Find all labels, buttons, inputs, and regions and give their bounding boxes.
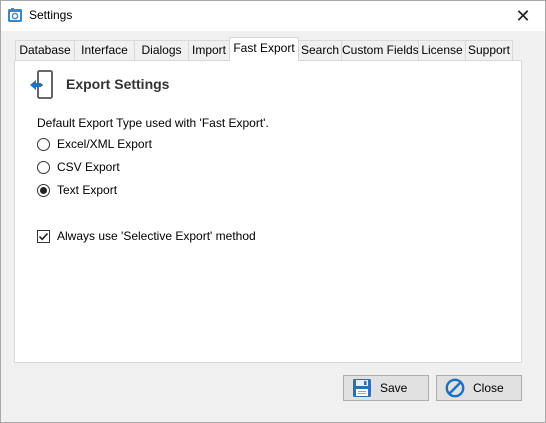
selective-export-checkbox[interactable] <box>37 229 50 243</box>
window-title: Settings <box>29 8 73 22</box>
close-button[interactable]: Close <box>436 375 522 401</box>
save-button[interactable]: Save <box>343 375 429 401</box>
selective-export-checkbox-row[interactable]: Always use 'Selective Export' method <box>37 228 256 244</box>
radio-text-export[interactable]: Text Export <box>37 182 117 198</box>
tab-support[interactable]: Support <box>465 40 513 61</box>
radio-label: Text Export <box>57 183 118 197</box>
tab-dialogs[interactable]: Dialogs <box>134 40 189 61</box>
export-door-icon <box>30 70 53 99</box>
window-close-button[interactable]: ✕ <box>501 1 545 31</box>
floppy-disk-icon <box>353 379 371 397</box>
app-icon <box>8 8 22 22</box>
radio-button[interactable] <box>37 183 50 197</box>
no-entry-icon <box>445 378 465 398</box>
close-button-label: Close <box>473 381 504 395</box>
radio-csv-export[interactable]: CSV Export <box>37 159 120 175</box>
section-title: Export Settings <box>66 76 170 92</box>
settings-window: Settings ✕ Database Interface Dialogs Im… <box>0 0 546 423</box>
checkmark-icon <box>38 232 49 240</box>
tab-fast-export[interactable]: Fast Export <box>229 37 299 61</box>
radio-label: CSV Export <box>57 160 120 174</box>
title-bar: Settings ✕ <box>1 1 545 31</box>
radio-excel-xml-export[interactable]: Excel/XML Export <box>37 136 152 152</box>
tab-custom-fields[interactable]: Custom Fields <box>341 40 419 61</box>
fast-export-panel: Export Settings Default Export Type used… <box>14 60 522 363</box>
tab-interface[interactable]: Interface <box>74 40 135 61</box>
radio-button[interactable] <box>37 160 50 174</box>
save-button-label: Save <box>380 381 408 395</box>
radio-label: Excel/XML Export <box>57 137 152 151</box>
tab-import[interactable]: Import <box>188 40 230 61</box>
tab-license[interactable]: License <box>418 40 466 61</box>
tab-database[interactable]: Database <box>15 40 75 61</box>
tab-search[interactable]: Search <box>298 40 342 61</box>
export-type-description: Default Export Type used with 'Fast Expo… <box>37 116 269 130</box>
selective-export-label: Always use 'Selective Export' method <box>57 229 256 243</box>
radio-button[interactable] <box>37 137 50 151</box>
